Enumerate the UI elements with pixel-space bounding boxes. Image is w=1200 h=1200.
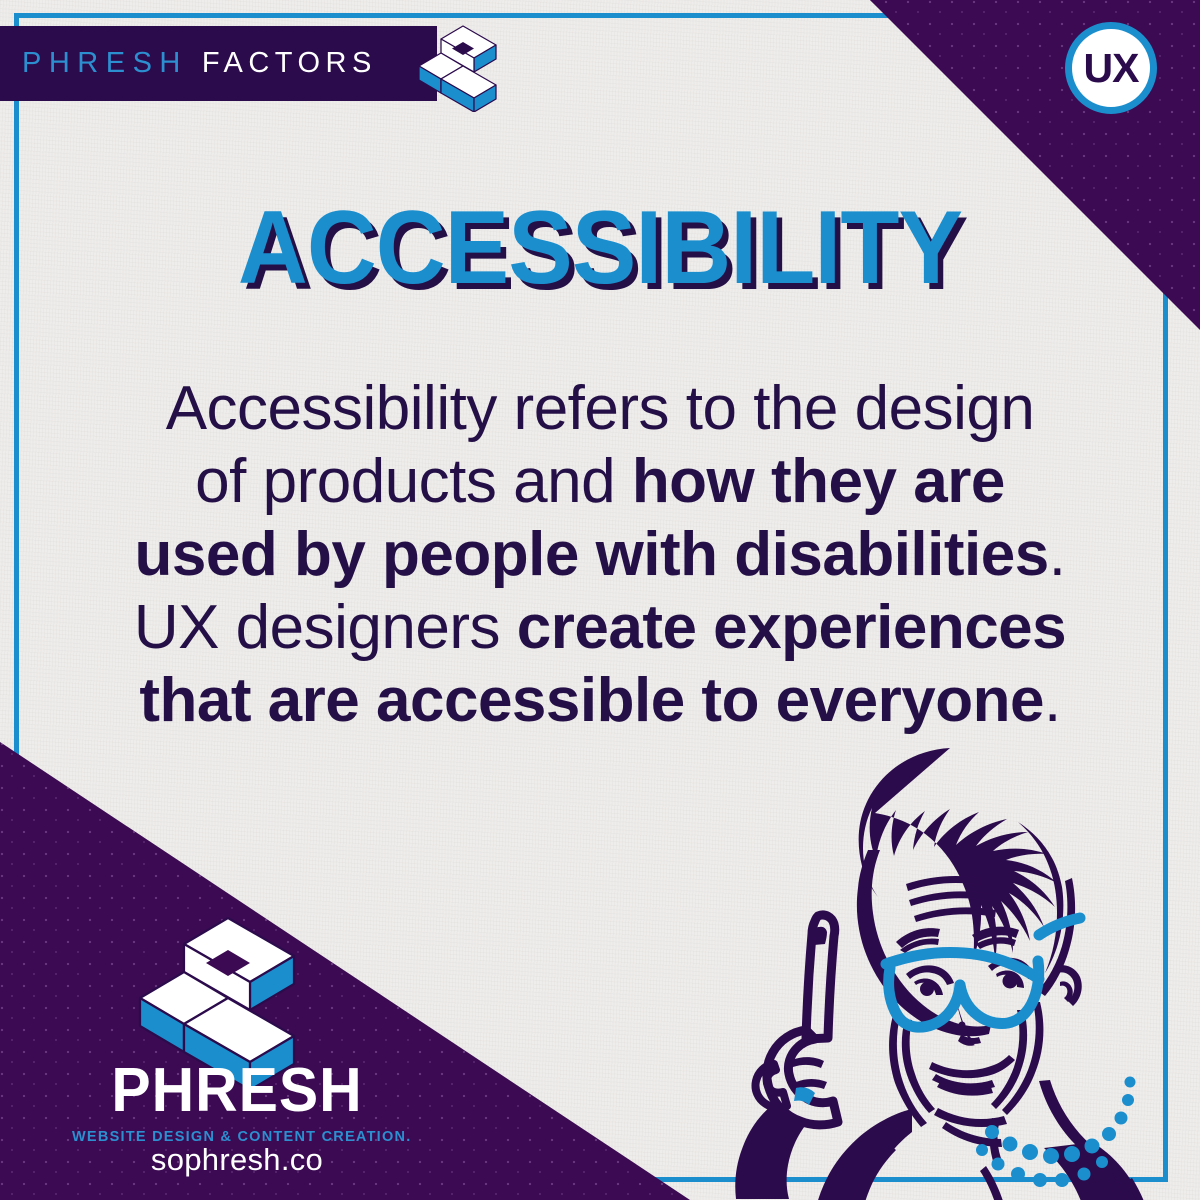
website-url[interactable]: sophresh.co xyxy=(72,1142,402,1178)
phresh-isometric-logo-icon xyxy=(408,22,518,113)
body-text: Accessibility refers to the design xyxy=(165,374,1035,443)
body-copy: Accessibility refers to the design of pro… xyxy=(100,372,1100,737)
body-line: of products and how they are xyxy=(100,445,1100,518)
retro-woman-pointing-up-illustration xyxy=(700,730,1200,1200)
body-text: . xyxy=(1048,520,1066,589)
body-emphasis: how they are xyxy=(631,447,1006,516)
footer-wordmark: PHRESH WEBSITE DESIGN & CONTENT CREATION… xyxy=(72,1056,410,1146)
body-line: Accessibility refers to the design xyxy=(100,372,1100,445)
brand-factors-label: FACTORS xyxy=(201,47,377,79)
body-emphasis: create experiences xyxy=(516,593,1067,662)
poster-canvas: PHRESH FACTORS UX ACCESSIBILITY Accessib… xyxy=(0,0,1200,1200)
ux-badge-icon: UX xyxy=(1065,22,1157,114)
body-text: UX designers xyxy=(133,593,517,662)
page-title: ACCESSIBILITY xyxy=(237,190,963,306)
body-text: of products and xyxy=(195,447,632,516)
body-text: . xyxy=(1043,666,1061,735)
body-emphasis: used by people with disabilities xyxy=(134,520,1050,589)
body-emphasis: that are accessible to everyone xyxy=(139,666,1044,735)
body-line: UX designers create experiences xyxy=(100,591,1100,664)
brand-phresh-label: PHRESH xyxy=(22,47,188,79)
ux-badge-label: UX xyxy=(1083,44,1140,91)
header-band: PHRESH FACTORS xyxy=(0,26,437,101)
body-line: that are accessible to everyone. xyxy=(100,664,1100,737)
footer-brand-name: PHRESH xyxy=(111,1056,363,1125)
body-line: used by people with disabilities. xyxy=(100,518,1100,591)
